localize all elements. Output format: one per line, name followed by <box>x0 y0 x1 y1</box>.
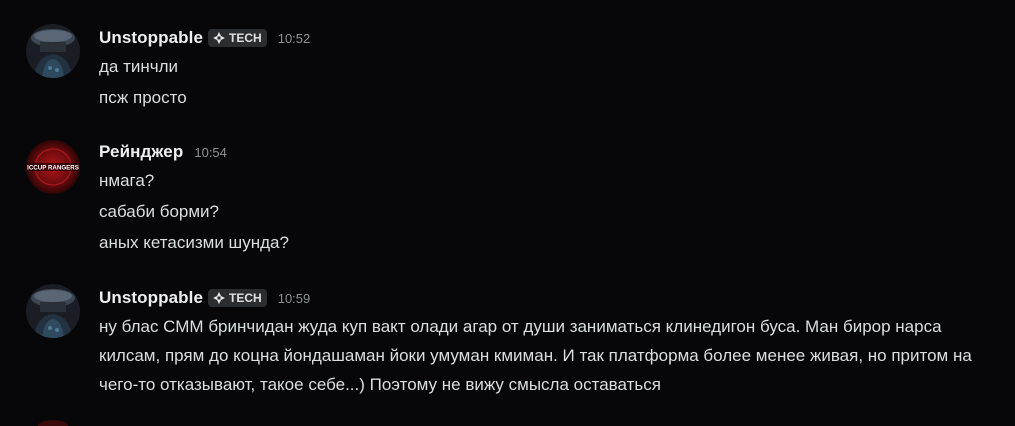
message-header: Unstoppable TECH 10:52 <box>99 27 310 49</box>
timestamp[interactable]: 10:59 <box>278 291 311 306</box>
server-tag-badge[interactable]: TECH <box>208 29 267 47</box>
helmet-avatar-icon <box>26 24 80 78</box>
user-avatar[interactable] <box>26 24 80 78</box>
username[interactable]: Рейнджер <box>99 142 183 162</box>
tag-label: TECH <box>229 291 262 305</box>
username[interactable]: Unstoppable <box>99 288 203 308</box>
message-text: сабаби борми? <box>99 202 219 221</box>
helmet-avatar-icon <box>26 284 80 338</box>
username[interactable]: Unstoppable <box>99 28 203 48</box>
message-text: да тинчли <box>99 57 179 76</box>
diamond-tag-icon <box>213 32 226 44</box>
message-text: нмага? <box>99 171 155 190</box>
user-avatar[interactable] <box>26 284 80 338</box>
message-header: Рейнджер 10:54 <box>99 141 227 163</box>
avatar-logo-text: ICCUP RANGERS <box>27 165 79 172</box>
diamond-tag-icon <box>213 292 226 304</box>
message-header: Unstoppable TECH 10:59 <box>99 287 310 309</box>
message-text: псж просто <box>99 88 187 107</box>
server-tag-badge[interactable]: TECH <box>208 289 267 307</box>
timestamp[interactable]: 10:54 <box>194 145 227 160</box>
tag-label: TECH <box>229 31 262 45</box>
timestamp[interactable]: 10:52 <box>278 31 311 46</box>
message-text: ну блас СММ бринчидан жуда куп вакт олад… <box>99 317 972 394</box>
rangers-avatar-icon: ICCUP RANGERS <box>26 140 80 194</box>
message-text: аных кетасизми шунда? <box>99 233 289 252</box>
user-avatar[interactable]: ICCUP RANGERS <box>26 140 80 194</box>
chat-messages: Unstoppable TECH 10:52 да тинчли псж про… <box>0 0 1015 426</box>
next-user-avatar[interactable] <box>38 420 68 426</box>
